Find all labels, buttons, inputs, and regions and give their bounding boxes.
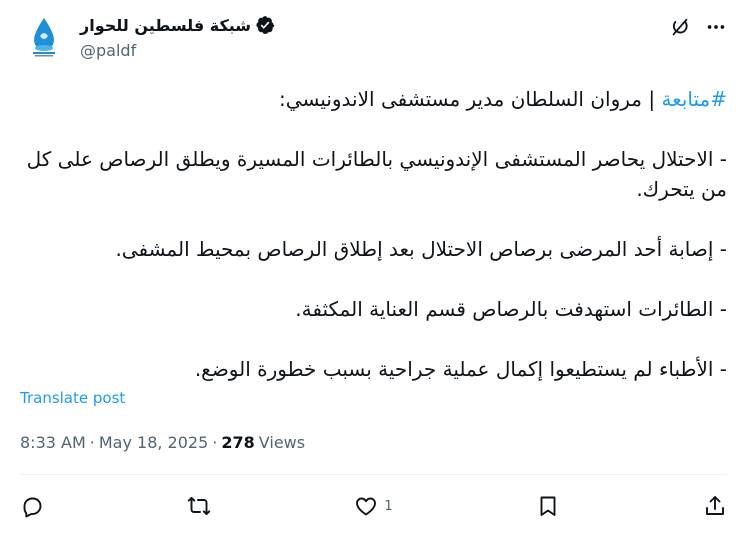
post-headline: #متابعة | مروان السلطان مدير مستشفى الان… — [20, 84, 727, 114]
reply-button[interactable] — [20, 486, 44, 526]
views-count[interactable]: 278 — [221, 433, 254, 452]
repost-icon — [188, 496, 211, 516]
avatar[interactable] — [20, 12, 68, 60]
post-line: - إصابة أحد المرضى برصاص الاحتلال بعد إط… — [115, 237, 727, 261]
handle[interactable]: @paldf — [80, 41, 275, 60]
post-line: - الطائرات استهدفت بالرصاص قسم العناية ا… — [295, 297, 727, 321]
meta-separator: · — [89, 433, 95, 452]
meta-separator: · — [212, 433, 218, 452]
share-icon — [706, 496, 724, 515]
translate-post-link[interactable]: Translate post — [20, 389, 125, 407]
post-line: - الاحتلال يحاصر المستشفى الإندونيسي بال… — [26, 147, 727, 201]
headline-text: | مروان السلطان مدير مستشفى الاندونيسي: — [279, 87, 662, 111]
author-block: شبكة فلسطين للحوار @paldf — [80, 14, 275, 60]
reply-icon — [23, 497, 42, 518]
top-actions — [669, 16, 727, 38]
heart-icon — [356, 497, 377, 516]
action-bar: 1 — [20, 486, 727, 526]
tweet: شبكة فلسطين للحوار @paldf #متابعة | مروا… — [0, 0, 747, 536]
grok-icon[interactable] — [669, 16, 691, 38]
display-name[interactable]: شبكة فلسطين للحوار — [80, 16, 251, 35]
verified-badge-icon[interactable] — [255, 15, 275, 35]
bookmark-icon — [540, 496, 556, 516]
like-count: 1 — [384, 498, 393, 514]
share-button[interactable] — [703, 486, 727, 526]
post-line: - الأطباء لم يستطيعوا إكمال عملية جراحية… — [194, 357, 727, 381]
post-time[interactable]: 8:33 AM — [20, 433, 86, 452]
post-meta: 8:33 AM · May 18, 2025 · 278 Views — [20, 433, 305, 452]
post-date[interactable]: May 18, 2025 — [99, 433, 208, 452]
like-button[interactable]: 1 — [354, 486, 393, 526]
paldf-logo-icon — [20, 12, 68, 60]
views-label[interactable]: Views — [259, 433, 305, 452]
more-icon[interactable] — [705, 16, 727, 38]
divider — [20, 474, 727, 475]
bookmark-button[interactable] — [536, 486, 560, 526]
post-text: #متابعة | مروان السلطان مدير مستشفى الان… — [20, 84, 727, 384]
repost-button[interactable] — [187, 486, 211, 526]
hashtag-link[interactable]: #متابعة — [661, 87, 727, 111]
